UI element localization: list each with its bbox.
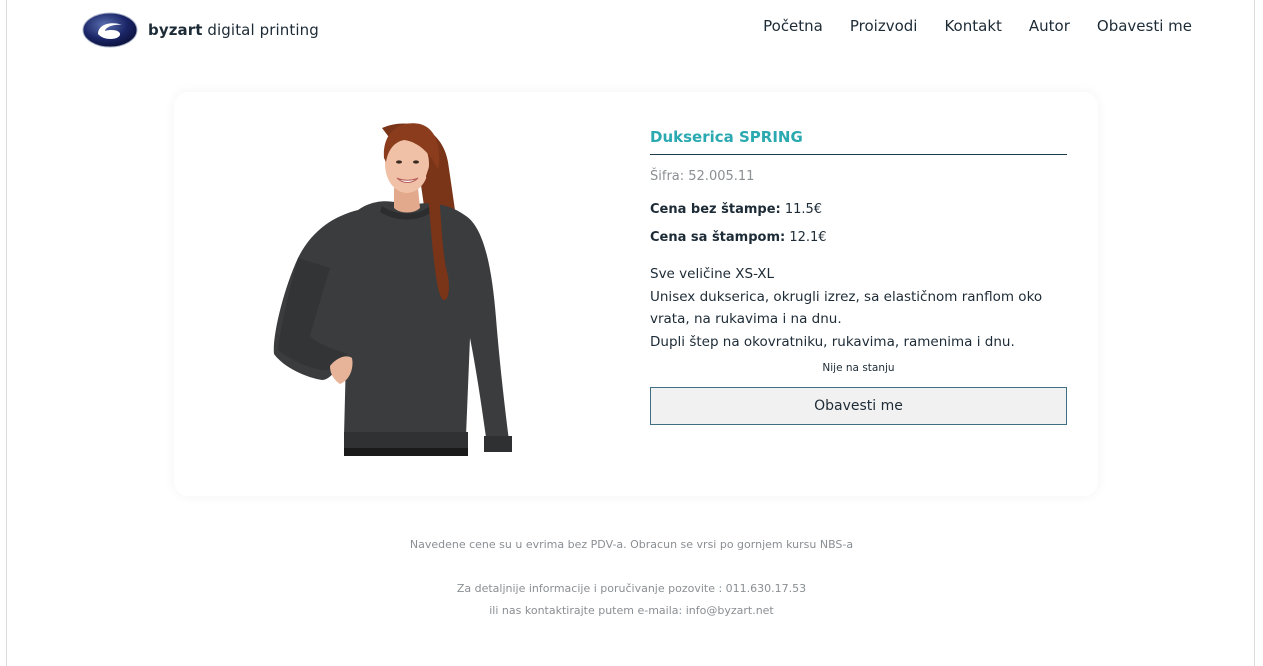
brand-name-bold: byzart — [148, 21, 203, 39]
footer-contact-phone: Za detaljnije informacije i poručivanje … — [456, 582, 807, 595]
notify-me-button[interactable]: Obavesti me — [650, 387, 1067, 425]
main-nav: Početna Proizvodi Kontakt Autor Obavesti… — [763, 17, 1192, 35]
product-description: Sve veličine XS-XL Unisex dukserica, okr… — [650, 263, 1067, 353]
product-title: Dukserica SPRING — [650, 128, 1067, 155]
price-without-print: Cena bez štampe: 11.5€ — [650, 202, 1067, 217]
brand-name-rest: digital printing — [202, 21, 319, 39]
price-with-print-label: Cena sa štampom: — [650, 230, 786, 245]
description-line: Dupli štep na okovratniku, rukavima, ram… — [650, 333, 1015, 350]
brand-name: byzart digital printing — [148, 21, 319, 39]
stock-status: Nije na stanju — [822, 362, 895, 374]
byzart-logo-icon[interactable] — [82, 12, 138, 48]
site-header: byzart digital printing Početna Proizvod… — [0, 0, 1263, 62]
price-with-print: Cena sa štampom: 12.1€ — [650, 230, 1067, 245]
description-line: Unisex dukserica, okrugli izrez, sa elas… — [650, 288, 1043, 328]
price-without-print-value: 11.5€ — [780, 202, 823, 217]
description-line: Sve veličine XS-XL — [650, 266, 775, 282]
product-photo — [273, 123, 512, 456]
product-card: Dukserica SPRING Šifra: 52.005.11 Cena b… — [174, 92, 1098, 496]
nav-item-autor[interactable]: Autor — [1029, 17, 1070, 35]
nav-item-kontakt[interactable]: Kontakt — [944, 17, 1001, 35]
footer-contact-email: ili nas kontaktirajte putem e-maila: inf… — [489, 604, 774, 617]
nav-item-pocetna[interactable]: Početna — [763, 17, 823, 35]
nav-item-obavesti-me[interactable]: Obavesti me — [1097, 17, 1192, 35]
product-details: Dukserica SPRING Šifra: 52.005.11 Cena b… — [650, 128, 1067, 425]
nav-item-proizvodi[interactable]: Proizvodi — [850, 17, 918, 35]
site-footer: Navedene cene su u evrima bez PDV-a. Obr… — [0, 538, 1263, 622]
product-code: Šifra: 52.005.11 — [650, 169, 755, 184]
price-with-print-value: 12.1€ — [785, 230, 827, 245]
brand[interactable]: byzart digital printing — [82, 10, 319, 50]
price-without-print-label: Cena bez štampe: — [650, 202, 781, 217]
footer-price-note: Navedene cene su u evrima bez PDV-a. Obr… — [409, 538, 854, 551]
